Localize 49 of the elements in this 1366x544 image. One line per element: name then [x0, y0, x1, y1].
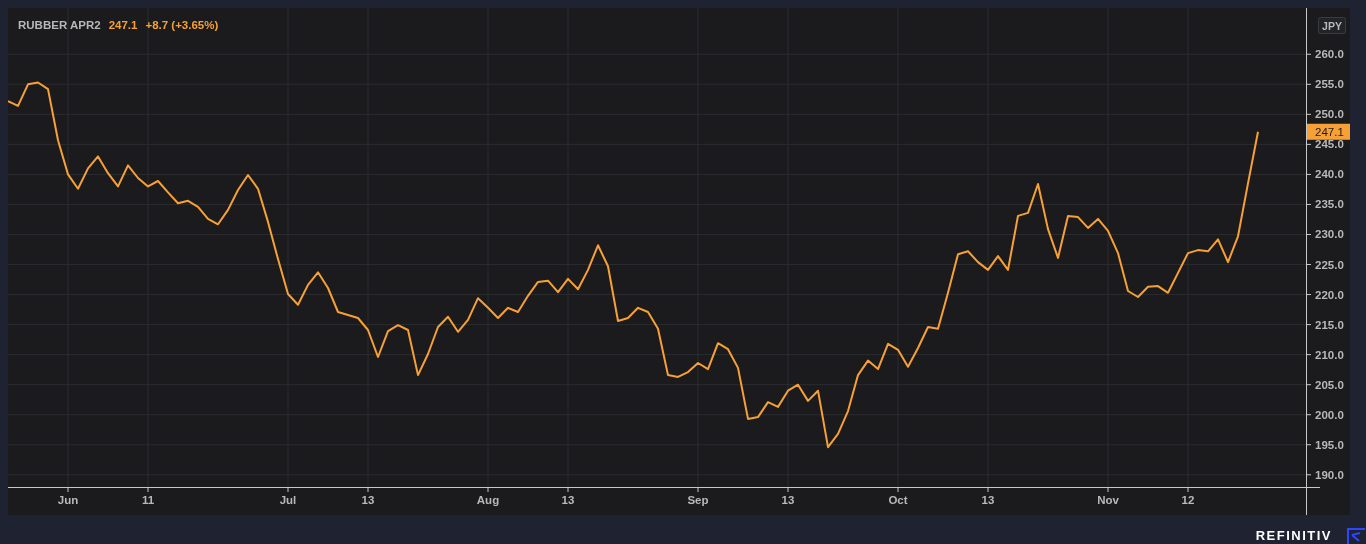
axis-label: 245.0 [1315, 138, 1344, 151]
y-tick [1305, 354, 1312, 356]
y-tick [1305, 294, 1312, 296]
axis-label: 240.0 [1315, 168, 1344, 181]
axis-label: 12 [1181, 494, 1195, 506]
axis-label: Oct [888, 494, 908, 506]
y-tick [1305, 113, 1312, 115]
axis-label: 235.0 [1315, 198, 1344, 211]
axis-label: 255.0 [1315, 78, 1344, 91]
axis-label: Jul [279, 494, 297, 506]
y-tick [1305, 53, 1312, 55]
y-tick [1305, 414, 1312, 416]
axis-label: 220.0 [1315, 288, 1344, 301]
y-tick [1305, 173, 1312, 175]
currency-badge: JPY [1318, 17, 1346, 34]
y-tick [1305, 474, 1312, 476]
axis-label: 13 [361, 494, 375, 506]
axis-label: 230.0 [1315, 228, 1344, 241]
y-tick [1305, 83, 1312, 85]
corner-arrow-icon [1346, 528, 1366, 544]
axis-label: 210.0 [1315, 348, 1344, 361]
y-tick [1305, 324, 1312, 326]
last-price: 247.1 [108, 19, 138, 31]
axis-label: 11 [141, 494, 155, 506]
axis-label: 250.0 [1315, 108, 1344, 121]
axis-label: 190.0 [1315, 468, 1344, 481]
y-tick [1305, 444, 1312, 446]
axis-label: 13 [981, 494, 995, 506]
y-tick [1305, 143, 1312, 145]
axis-label: 225.0 [1315, 258, 1344, 271]
axis-label: Nov [1097, 494, 1119, 506]
brand-name: REFINITIV [1255, 528, 1332, 544]
axis-label: Aug [476, 494, 500, 506]
y-tick [1305, 203, 1312, 205]
axis-label: 13 [781, 494, 795, 506]
axis-label: 13 [561, 494, 575, 506]
instrument-name: RUBBER APR2 [18, 19, 101, 31]
axis-label: Sep [687, 494, 709, 506]
axis-label: 195.0 [1315, 438, 1344, 451]
y-tick [1305, 384, 1312, 386]
axis-label: 205.0 [1315, 378, 1344, 391]
price-tag: 247.1 [1307, 123, 1350, 140]
y-tick [1305, 264, 1312, 265]
y-tick [1305, 234, 1312, 235]
axis-label: 260.0 [1315, 48, 1344, 61]
axis-label: 215.0 [1315, 318, 1344, 331]
price-change: +8.7 (+3.65%) [145, 19, 219, 31]
axis-label: Jun [57, 494, 79, 506]
axis-label: 200.0 [1315, 408, 1344, 421]
